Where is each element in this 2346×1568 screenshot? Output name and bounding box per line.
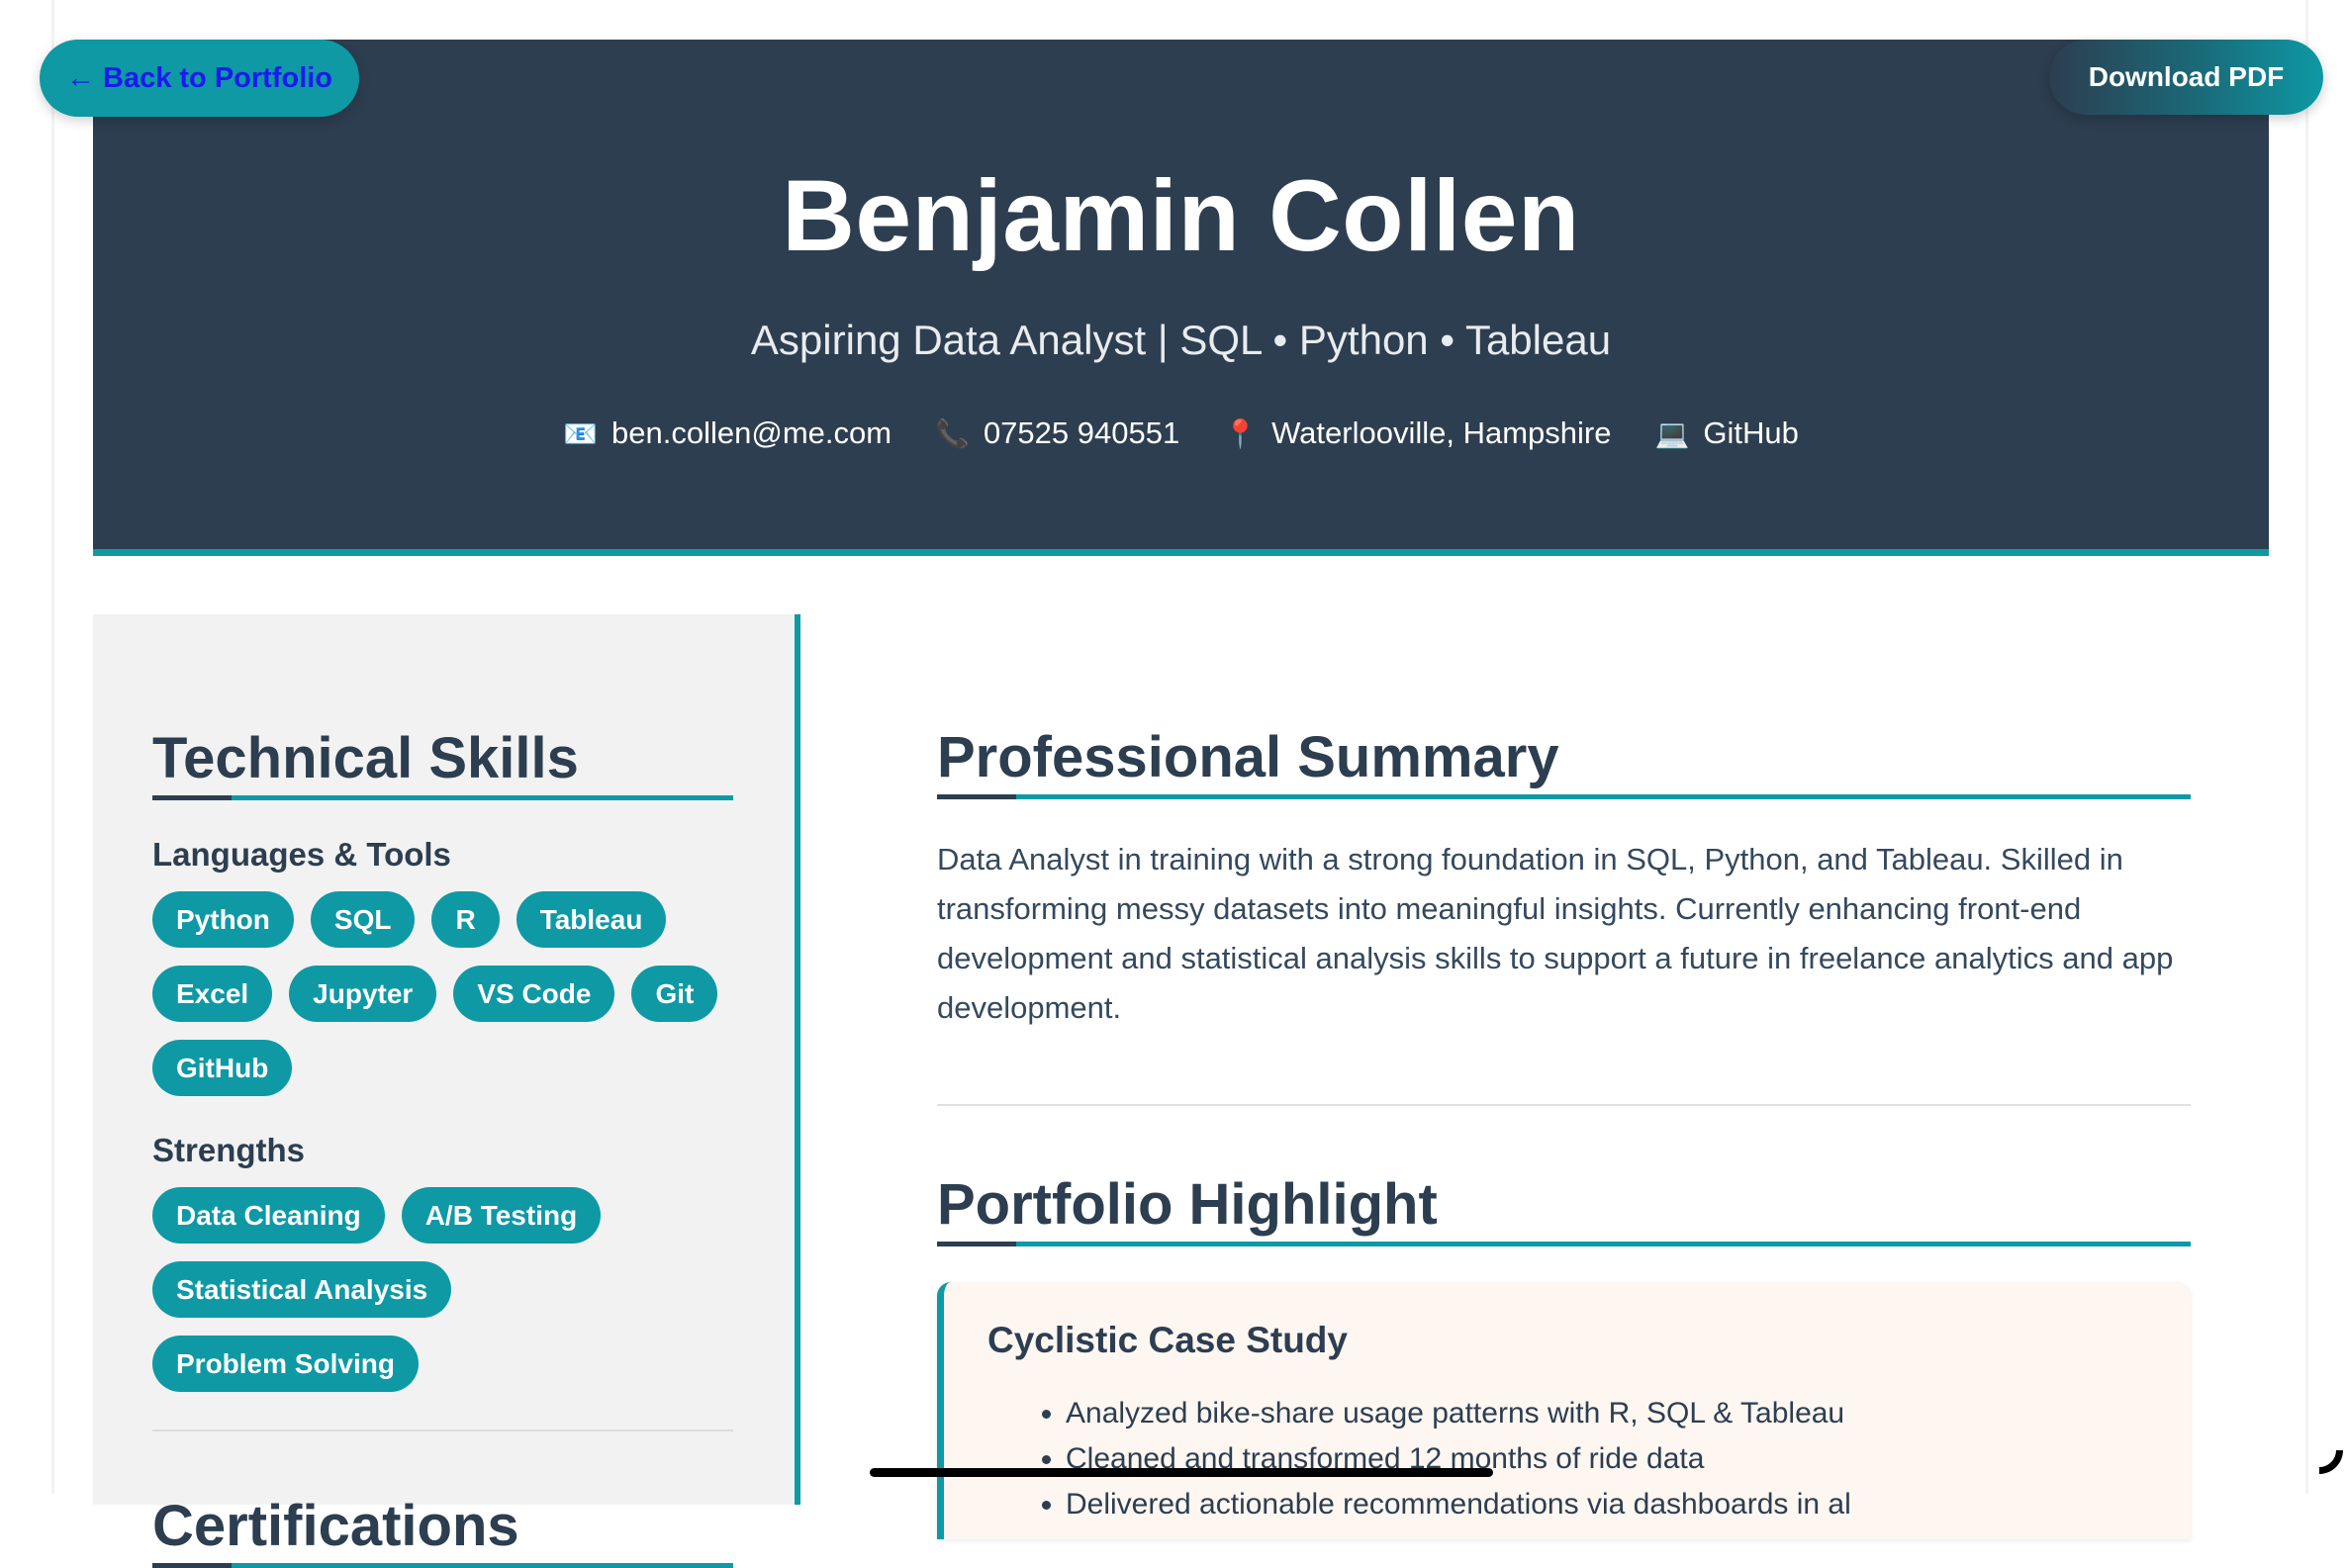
professional-summary-title: Professional Summary — [937, 725, 1559, 789]
phone-icon: 📞 — [935, 417, 970, 449]
skill-tag: Excel — [152, 966, 273, 1022]
professional-summary-text: Data Analyst in training with a strong f… — [937, 842, 2174, 1025]
strength-tag: Problem Solving — [152, 1336, 419, 1392]
languages-tools-title: Languages & Tools — [152, 836, 451, 873]
skill-tag: Python — [152, 891, 294, 948]
skill-tag: Jupyter — [289, 966, 437, 1022]
sidebar-divider — [152, 1430, 733, 1431]
contact-email[interactable]: 📧 ben.collen@me.com — [563, 415, 891, 451]
page-edge-left — [51, 0, 54, 1494]
list-item: Analyzed bike-share usage patterns with … — [1066, 1391, 2191, 1436]
skill-tag: Git — [631, 966, 718, 1022]
section-underline — [937, 1242, 2191, 1246]
skill-tag: SQL — [310, 891, 416, 948]
contact-phone-text: 07525 940551 — [983, 415, 1180, 450]
project-card: Cyclistic Case Study Analyzed bike-share… — [937, 1282, 2191, 1539]
certifications-title: Certifications — [152, 1494, 519, 1558]
strengths-tag-list: Data Cleaning A/B Testing Statistical An… — [152, 1187, 733, 1392]
main-divider — [937, 1104, 2191, 1106]
technical-skills-title: Technical Skills — [152, 726, 579, 790]
contact-location-text: Waterlooville, Hampshire — [1271, 415, 1612, 450]
candidate-tagline: Aspiring Data Analyst | SQL • Python • T… — [750, 317, 1612, 363]
download-pdf-button[interactable]: Download PDF — [2049, 40, 2323, 115]
laptop-icon: 💻 — [1654, 417, 1690, 449]
contact-email-text: ben.collen@me.com — [611, 415, 892, 450]
sidebar-content: Technical Skills Languages & Tools Pytho… — [152, 725, 733, 1568]
resume-header: Benjamin Collen Aspiring Data Analyst | … — [93, 40, 2269, 556]
page-edge-right — [2305, 0, 2308, 1494]
skill-tag: GitHub — [152, 1040, 293, 1096]
sidebar: Technical Skills Languages & Tools Pytho… — [93, 614, 800, 1568]
contact-phone[interactable]: 📞 07525 940551 — [935, 415, 1179, 451]
home-indicator-bar[interactable] — [870, 1468, 1493, 1477]
skill-tag: R — [431, 891, 500, 948]
back-to-portfolio-button[interactable]: ← Back to Portfolio — [40, 40, 359, 117]
location-pin-icon: 📍 — [1223, 417, 1259, 449]
contact-row: 📧 ben.collen@me.com 📞 07525 940551 📍 Wat… — [93, 415, 2269, 451]
corner-curve-mark — [2319, 1450, 2343, 1474]
strengths-title: Strengths — [152, 1132, 306, 1168]
portfolio-highlight-title: Portfolio Highlight — [937, 1172, 1438, 1237]
strength-tag: Data Cleaning — [152, 1187, 385, 1244]
section-underline — [937, 794, 2191, 799]
section-underline — [152, 1563, 733, 1568]
section-underline — [152, 795, 733, 800]
candidate-name: Benjamin Collen — [782, 159, 1580, 272]
strength-tag: Statistical Analysis — [152, 1261, 452, 1318]
main-content: Professional Summary Data Analyst in tra… — [937, 724, 2191, 1539]
skill-tag: Tableau — [516, 891, 667, 948]
contact-github-text: GitHub — [1703, 415, 1799, 450]
contact-location: 📍 Waterlooville, Hampshire — [1223, 415, 1611, 451]
email-icon: 📧 — [563, 417, 599, 449]
list-item: Delivered actionable recommendations via… — [1066, 1482, 2191, 1527]
languages-tag-list: Python SQL R Tableau Excel Jupyter VS Co… — [152, 891, 733, 1096]
project-card-bullets: Analyzed bike-share usage patterns with … — [987, 1391, 2191, 1527]
project-card-title: Cyclistic Case Study — [987, 1320, 1348, 1360]
contact-github[interactable]: 💻 GitHub — [1655, 415, 1799, 451]
strength-tag: A/B Testing — [401, 1187, 602, 1244]
skill-tag: VS Code — [453, 966, 615, 1022]
